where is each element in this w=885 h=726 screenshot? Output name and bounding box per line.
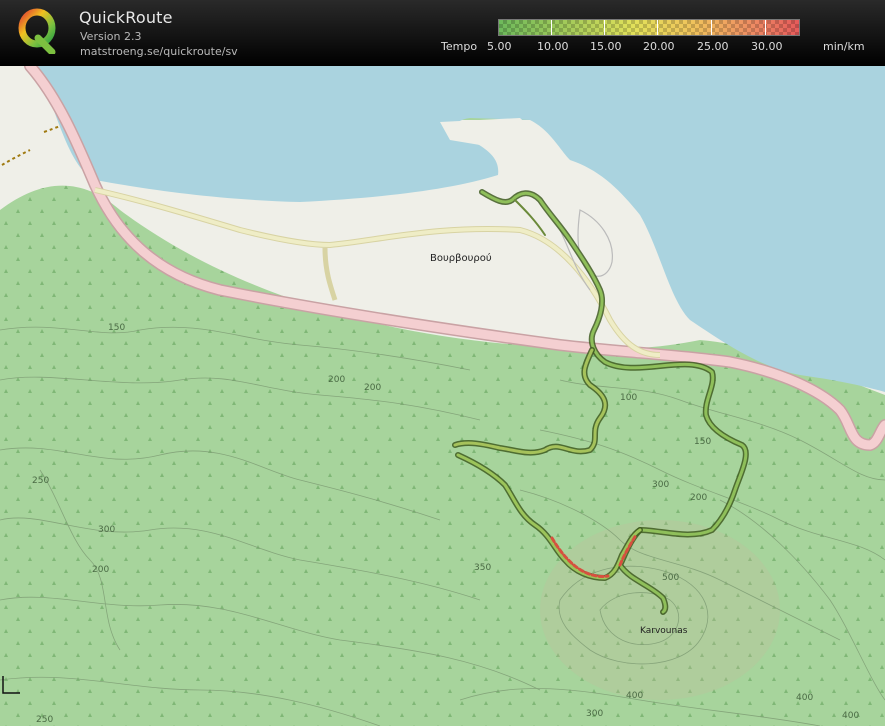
place-label-karvounas: Karvounas: [640, 626, 688, 636]
tempo-color-scale: [498, 19, 800, 36]
scale-tick-label: 30.00: [751, 40, 783, 53]
contour-label: 500: [662, 573, 679, 583]
contour-label: 300: [586, 709, 603, 719]
contour-label: 250: [32, 476, 49, 486]
scale-tick-label: 5.00: [487, 40, 512, 53]
contour-label: 350: [474, 563, 491, 573]
app-url: matstroeng.se/quickroute/sv: [80, 45, 238, 58]
hillshade: [540, 520, 780, 700]
contour-label: 200: [92, 565, 109, 575]
contour-label: 150: [108, 323, 125, 333]
tempo-label: Tempo: [441, 40, 478, 53]
contour-label: 250: [36, 715, 53, 725]
map-canvas[interactable]: Βουρβουρού Karvounas 150 200 200 100 150…: [0, 66, 885, 726]
scale-tick-label: 25.00: [697, 40, 729, 53]
header-bar: QuickRoute Version 2.3 matstroeng.se/qui…: [0, 0, 885, 66]
contour-label: 100: [620, 393, 637, 403]
map-svg: Βουρβουρού Karvounas 150 200 200 100 150…: [0, 66, 885, 726]
contour-label: 400: [842, 711, 859, 721]
contour-label: 200: [364, 383, 381, 393]
contour-label: 200: [328, 375, 345, 385]
scale-tick-label: 15.00: [590, 40, 622, 53]
quickroute-logo-icon: [18, 8, 56, 54]
contour-label: 200: [690, 493, 707, 503]
app-version: Version 2.3: [80, 30, 142, 43]
contour-label: 150: [694, 437, 711, 447]
place-label-vourvourou: Βουρβουρού: [430, 252, 492, 264]
scale-tick-label: 10.00: [537, 40, 569, 53]
scale-tick-label: 20.00: [643, 40, 675, 53]
contour-label: 400: [796, 693, 813, 703]
contour-label: 300: [98, 525, 115, 535]
contour-label: 400: [626, 691, 643, 701]
scale-unit-label: min/km: [823, 40, 865, 53]
contour-label: 300: [652, 480, 669, 490]
app-title: QuickRoute: [79, 8, 173, 27]
